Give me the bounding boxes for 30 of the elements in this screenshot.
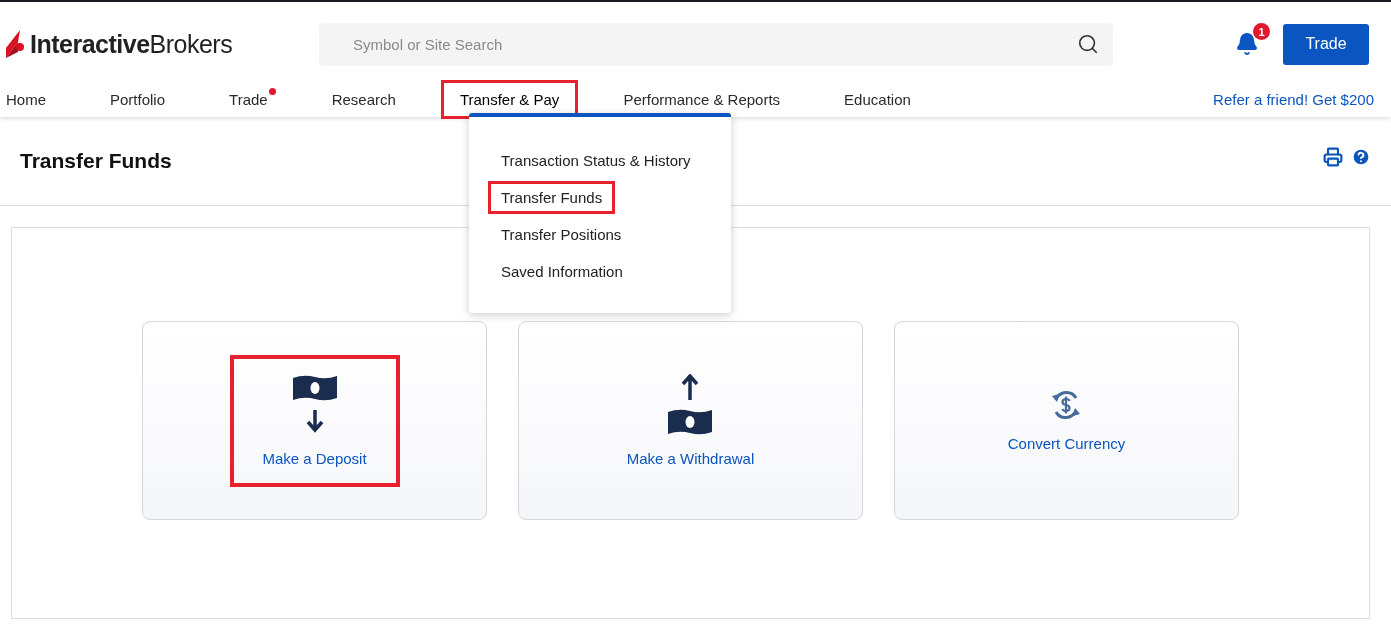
menu-item[interactable]: Transfer Positions bbox=[501, 224, 622, 245]
menu-item[interactable]: Saved Information bbox=[501, 261, 623, 282]
card-label: Make a Withdrawal bbox=[626, 450, 755, 467]
logo-text: InteractiveBrokers bbox=[30, 29, 233, 59]
page-title: Transfer Funds bbox=[20, 149, 172, 173]
nav-tab[interactable]: Research bbox=[331, 91, 396, 109]
currency-exchange-icon bbox=[1050, 389, 1083, 421]
banknote-up-arrow-icon bbox=[667, 374, 714, 436]
action-card[interactable]: Make a Withdrawal bbox=[518, 321, 863, 520]
card-label: Make a Deposit bbox=[262, 450, 367, 467]
notification-bell-icon[interactable] bbox=[1235, 32, 1259, 57]
card-label: Convert Currency bbox=[1007, 435, 1126, 452]
search-field[interactable]: Symbol or Site Search bbox=[319, 22, 1113, 66]
notification-count: 1 bbox=[1253, 23, 1270, 41]
trade-button[interactable]: Trade bbox=[1283, 23, 1369, 65]
action-card[interactable]: Make a Deposit bbox=[142, 321, 487, 520]
help-icon[interactable] bbox=[1351, 147, 1371, 167]
search-icon[interactable] bbox=[1077, 33, 1099, 56]
nav-tab[interactable]: Portfolio bbox=[110, 91, 166, 109]
nav-tab[interactable]: Education bbox=[844, 91, 911, 109]
search-input[interactable]: Symbol or Site Search bbox=[351, 34, 1077, 54]
nav-tab[interactable]: Trade bbox=[229, 91, 268, 109]
print-icon[interactable] bbox=[1323, 147, 1343, 167]
nav-tab[interactable]: Transfer & Pay bbox=[443, 83, 576, 117]
nav-tab[interactable]: Performance & Reports bbox=[623, 91, 781, 109]
menu-item[interactable]: Transaction Status & History bbox=[501, 150, 691, 171]
menu-item[interactable]: Transfer Funds bbox=[491, 184, 613, 211]
nav-tab[interactable]: Home bbox=[6, 91, 46, 109]
action-card[interactable]: Convert Currency bbox=[894, 321, 1239, 520]
referral-link[interactable]: Refer a friend! Get $200 bbox=[1213, 91, 1374, 109]
